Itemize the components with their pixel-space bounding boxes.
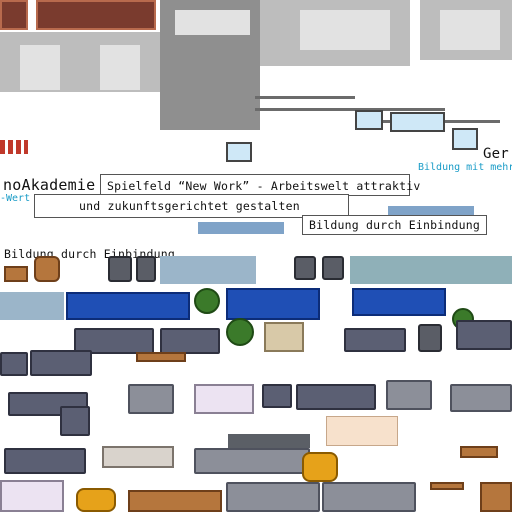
wall-block-9 [440,10,500,50]
tv-stand [264,322,304,352]
cabinet-1 [128,384,174,414]
floor-strip-2 [350,256,512,284]
blue-strip [198,222,284,234]
panel-peach [326,416,398,446]
sofa-3 [30,350,92,376]
wood-bench [128,490,222,512]
chair-2 [322,256,344,280]
wert-label: -Wert [0,193,31,204]
small-table [460,446,498,458]
sofa-11 [386,380,432,410]
sofa-10 [296,384,376,410]
table-1 [102,446,174,468]
rug-3 [352,288,446,316]
red-dots [0,140,28,154]
sofa-14 [194,448,310,474]
bench-2 [430,482,464,490]
rug-1 [66,292,190,320]
board-3 [226,142,252,162]
wall-line-1 [255,96,355,99]
rug-2 [226,288,320,320]
floor-strip-1 [160,256,256,284]
wood-shelf [480,482,512,512]
floor-strip-3 [0,292,64,320]
sign-ger: Ger [483,146,509,162]
chair-4 [136,256,156,282]
sofa-2 [160,328,220,354]
chair-3 [108,256,132,282]
chair-5 [418,324,442,352]
wall-block-3 [100,45,140,90]
top-carpet [36,0,156,30]
cabinet-2 [194,384,254,414]
sign-new-work-line1: Spielfeld “New Work” - Arbeitswelt attra… [100,174,420,196]
board-4 [452,128,478,150]
wall-block-2 [20,45,60,90]
panel-dark [228,434,310,448]
board-2 [390,112,445,132]
sign-bildung-einbindung: Bildung durch Einbindung [302,215,487,235]
sofa-12 [450,384,512,412]
sofa-15 [226,482,320,512]
sofa-4 [0,352,28,376]
armchair-2 [4,266,28,282]
bildung-mehr-label: Bildung mit mehr [418,162,512,173]
yellow-chair-1 [302,452,338,482]
sofa-8 [60,406,90,436]
plant-1 [194,288,220,314]
sofa-5 [344,328,406,352]
plant-2 [226,318,254,346]
top-left-carpet [0,0,28,30]
board-1 [355,110,383,130]
yellow-chair-2 [76,488,116,512]
panel-lavender [0,480,64,512]
bench-1 [136,352,186,362]
wall-line-2 [255,108,445,111]
chair-1 [294,256,316,280]
sofa-6 [456,320,512,350]
sofa-13 [4,448,86,474]
sofa-16 [322,482,416,512]
wall-block-5 [175,10,250,35]
armchair-1 [34,256,60,282]
wall-block-7 [300,10,390,50]
sofa-9 [262,384,292,408]
